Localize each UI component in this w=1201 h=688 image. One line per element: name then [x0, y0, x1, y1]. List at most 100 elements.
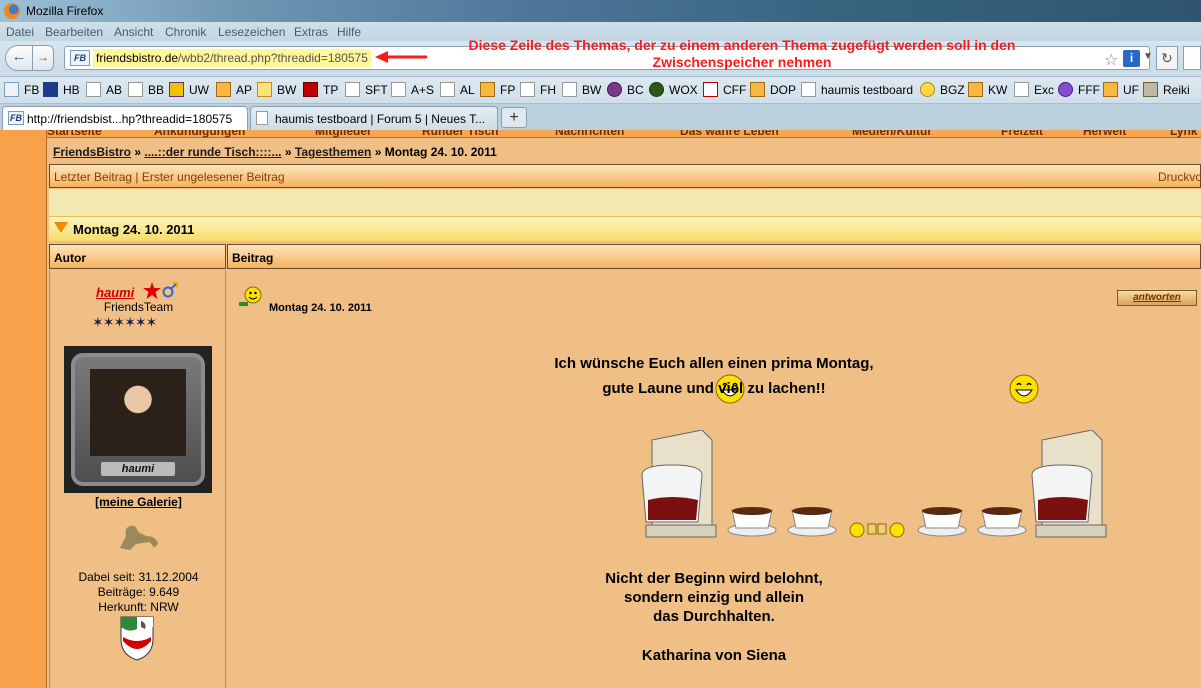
- fff-icon: [1058, 82, 1073, 98]
- forward-button[interactable]: →: [32, 45, 54, 71]
- bookmark-bw-2[interactable]: BW: [562, 82, 601, 100]
- bookmark-wox[interactable]: WOX: [649, 82, 698, 100]
- bookmark-tp[interactable]: TP: [303, 82, 338, 100]
- nav-ankuendigungen[interactable]: Ankündigungen: [154, 130, 245, 138]
- gallery-link[interactable]: [meine Galerie]: [50, 495, 227, 509]
- bookmark-fff[interactable]: FFF: [1058, 82, 1100, 100]
- page-left-margin: [0, 130, 47, 688]
- nav-nachrichten[interactable]: Nachrichten: [555, 130, 624, 138]
- bookmark-fp[interactable]: FP: [480, 82, 515, 100]
- spacer-band: [49, 189, 1201, 216]
- bookmark-cff[interactable]: CFF: [703, 82, 746, 100]
- uf-icon: [1103, 82, 1118, 98]
- lion-emblem-icon: [120, 525, 158, 550]
- menu-lesezeichen[interactable]: Lesezeichen: [218, 25, 285, 39]
- tab-strip: FB http://friendsbist...hp?threadid=1805…: [0, 104, 1201, 131]
- menu-hilfe[interactable]: Hilfe: [337, 25, 361, 39]
- plus-icon: +: [509, 109, 519, 126]
- bookmark-uw[interactable]: UW: [169, 82, 209, 100]
- nav-freizeit[interactable]: Freizeit: [1001, 130, 1043, 138]
- greeting-line-2: gute Laune und viel zu lachen!!: [602, 380, 826, 397]
- bookmark-bc[interactable]: BC: [607, 82, 644, 100]
- annotation-line-1: Diese Zeile des Themas, der zu einem and…: [468, 37, 1016, 53]
- page-icon: [391, 82, 406, 98]
- bgz-icon: [920, 82, 935, 98]
- quote-author: Katharina von Siena: [641, 647, 787, 664]
- bookmark-fb[interactable]: FB: [4, 82, 39, 100]
- search-box[interactable]: [1183, 46, 1201, 70]
- bookmark-uf[interactable]: UF: [1103, 82, 1139, 100]
- jump-links[interactable]: Letzter Beitrag | Erster ungelesener Bei…: [54, 170, 285, 184]
- url-dropdown-icon[interactable]: ▼: [1143, 51, 1153, 62]
- print-link[interactable]: Druckvo: [1158, 170, 1201, 184]
- bookmark-bgz[interactable]: BGZ: [920, 82, 965, 100]
- ap-icon: [216, 82, 231, 98]
- breadcrumb-site[interactable]: FriendsBistro: [53, 145, 131, 159]
- nav-mitglieder[interactable]: Mitglieder: [315, 130, 372, 138]
- bookmark-sft[interactable]: SFT: [345, 82, 388, 100]
- breadcrumb-board[interactable]: Tagesthemen: [295, 145, 371, 159]
- bookmark-ab[interactable]: AB: [86, 82, 122, 100]
- bookmark-bb[interactable]: BB: [128, 82, 164, 100]
- bw-icon: [257, 82, 272, 98]
- stat-origin: Herkunft: NRW: [98, 600, 179, 614]
- annotation-arrow-icon: [375, 51, 427, 63]
- nav-medien-kultur[interactable]: Medien/Kultur: [852, 130, 932, 138]
- dop-icon: [750, 82, 765, 98]
- coffee-cup-icon: [787, 507, 837, 537]
- nav-herweit[interactable]: Herweit: [1083, 130, 1126, 138]
- bookmark-a-s[interactable]: A+S: [391, 82, 434, 100]
- reload-button[interactable]: ↻: [1156, 46, 1178, 70]
- thread-title-bar: Montag 24. 10. 2011: [49, 216, 1201, 241]
- bookmark-bw[interactable]: BW: [257, 82, 296, 100]
- wox-icon: [649, 82, 664, 98]
- bookmark-fh[interactable]: FH: [520, 82, 556, 100]
- bookmark-ap[interactable]: AP: [216, 82, 252, 100]
- bookmark-haumis-testboard[interactable]: haumis testboard: [801, 82, 913, 100]
- avatar-photo: [90, 369, 186, 456]
- bookmark-al[interactable]: AL: [440, 82, 475, 100]
- page-icon: [256, 111, 268, 125]
- nav-lynk[interactable]: Lynk: [1170, 130, 1198, 138]
- menu-bearbeiten[interactable]: Bearbeiten: [45, 25, 103, 39]
- nav-runder-tisch[interactable]: Runder Tisch: [422, 130, 498, 138]
- menu-extras[interactable]: Extras: [294, 25, 328, 39]
- page-icon: [1014, 82, 1029, 98]
- stat-posts: Beiträge: 9.649: [97, 585, 180, 599]
- post-title: Montag 24. 10. 2011: [269, 302, 372, 314]
- author-name[interactable]: haumi: [96, 285, 134, 300]
- bookmark-dop[interactable]: DOP: [750, 82, 796, 100]
- new-tab-button[interactable]: +: [501, 107, 527, 128]
- site-info-icon[interactable]: i: [1123, 50, 1140, 67]
- back-arrow-icon: ←: [11, 48, 27, 65]
- column-header-post: Beitrag: [227, 244, 1201, 269]
- coffee-machine-icon: [1031, 430, 1107, 538]
- coffee-machine-icon: [641, 430, 717, 538]
- bookmark-reiki[interactable]: Reiki: [1143, 82, 1190, 100]
- bookmark-exc[interactable]: Exc: [1014, 82, 1054, 100]
- tab-friendsbistro[interactable]: FB http://friendsbist...hp?threadid=1805…: [2, 106, 248, 131]
- menu-datei[interactable]: Datei: [6, 25, 34, 39]
- breadcrumb-forum[interactable]: ....::der runde Tisch::::...: [144, 145, 281, 159]
- web-page: Startseite Ankündigungen Mitglieder Rund…: [0, 130, 1201, 688]
- thread-options-bar: Letzter Beitrag | Erster ungelesener Bei…: [49, 164, 1201, 188]
- window-title: Mozilla Firefox: [26, 4, 104, 18]
- red-annotation: Diese Zeile des Themas, der zu einem and…: [392, 37, 1092, 71]
- bookmark-hb[interactable]: HB: [43, 82, 80, 100]
- tab-haumis-testboard[interactable]: haumis testboard | Forum 5 | Neues T...: [250, 106, 498, 130]
- back-button[interactable]: ←: [5, 45, 33, 71]
- reload-icon: ↻: [1161, 50, 1173, 66]
- nav-das-wahre-leben[interactable]: Das wahre Leben: [680, 130, 779, 138]
- thread-arrow-icon: [54, 222, 68, 233]
- menu-ansicht[interactable]: Ansicht: [114, 25, 153, 39]
- page-icon: [562, 82, 577, 98]
- author-column: haumi FriendsTeam ✶✶✶✶✶✶ haumi [meine Ga…: [49, 270, 226, 688]
- page-icon: [440, 82, 455, 98]
- bookmark-star-icon[interactable]: ☆: [1104, 50, 1118, 70]
- menu-chronik[interactable]: Chronik: [165, 25, 206, 39]
- bookmark-kw[interactable]: KW: [968, 82, 1007, 100]
- nav-startseite[interactable]: Startseite: [47, 130, 102, 138]
- page-icon: [128, 82, 143, 98]
- url-text[interactable]: friendsbistro.de/wbb2/thread.php?threadi…: [93, 49, 371, 67]
- reply-button[interactable]: antworten: [1117, 290, 1197, 306]
